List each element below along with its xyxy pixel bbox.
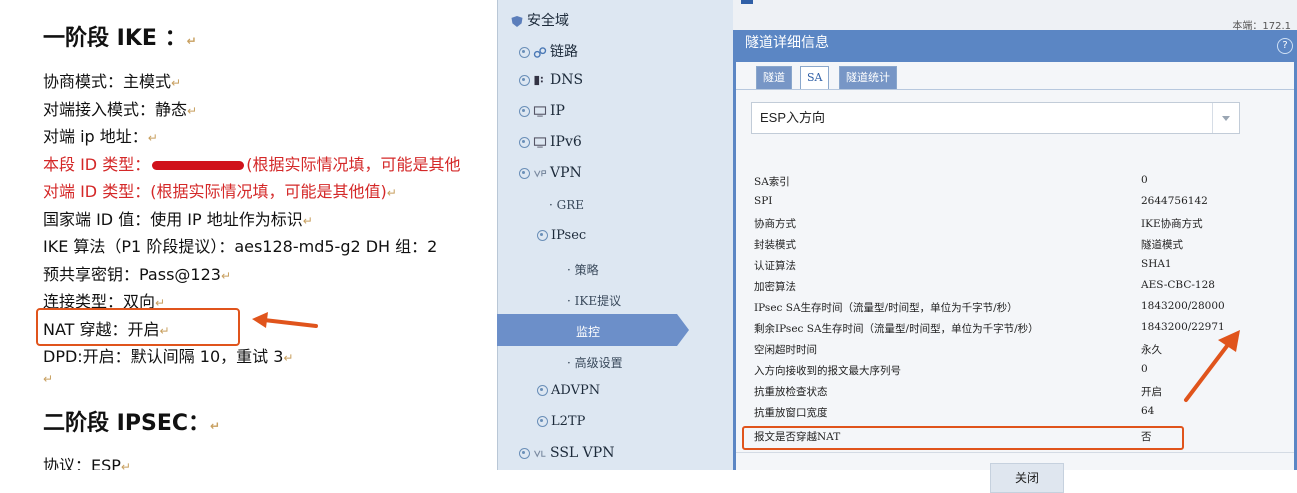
nav-tree [497, 0, 734, 470]
help-icon[interactable]: ? [1277, 38, 1293, 54]
sa-row-key: 抗重放检查状态 [754, 386, 828, 398]
background-table-header: 本端：172.1 [733, 0, 1297, 32]
sa-row: 封装模式 隧道模式 [754, 233, 1274, 254]
nav-item-monitor[interactable]: 监控 [576, 323, 600, 340]
sa-row-value: 开启 [1141, 386, 1162, 398]
nav-item-l2tp[interactable]: L2TP [537, 414, 585, 429]
tab-tunnel[interactable]: 隧道 [756, 66, 792, 90]
direction-select-value: ESP入方向 [760, 110, 826, 125]
nav-item-ipv6[interactable]: IPv6 [519, 134, 582, 150]
expand-icon [519, 74, 530, 86]
collapse-icon [537, 230, 548, 241]
sa-row-value: 永久 [1141, 344, 1162, 356]
doc-line-ike-algorithm: IKE 算法（P1 阶段提议）：aes128-md5-g2 DH 组：2 [43, 237, 438, 256]
sa-row-key: SA索引 [754, 176, 790, 188]
footer-divider [736, 452, 1294, 453]
sa-row: 协商方式 IKE协商方式 [754, 212, 1274, 233]
sa-row-value: 隧道模式 [1141, 239, 1183, 251]
nav-item-advpn[interactable]: ADVPN [537, 383, 600, 398]
dialog-body: 隧道 SA 隧道统计 ESP入方向 SA索引 0 SPI 2644756142 协商… [736, 62, 1294, 493]
expand-icon [519, 46, 530, 58]
sa-row: IPsec SA生存时间（流量型/时间型，单位为千字节/秒） 1843200/28… [754, 296, 1274, 317]
doc-line-peer-ip: 对端 ip 地址：↵ [43, 127, 158, 146]
doc-line-peer-access-mode: 对端接入模式：静态↵ [43, 100, 198, 119]
tab-tunnel-stats[interactable]: 隧道统计 [839, 66, 897, 90]
expand-icon [519, 136, 530, 148]
tab-strip-divider [736, 89, 1294, 90]
doc-heading-phase1: 一阶段 IKE ：↵ [43, 26, 197, 51]
collapse-icon [519, 167, 530, 179]
sa-row-value: AES-CBC-128 [1141, 279, 1215, 291]
sa-row-value: IKE协商方式 [1141, 218, 1203, 230]
dns-icon [534, 75, 543, 85]
doc-heading-phase2: 二阶段 IPSEC：↵ [43, 411, 221, 436]
link-icon [533, 46, 547, 58]
nav-item-vpn[interactable]: VPN [519, 165, 582, 181]
sa-row-key: 认证算法 [754, 260, 796, 272]
vpn-icon [534, 169, 547, 177]
nav-item-dns[interactable]: DNS [519, 72, 583, 88]
sa-row-value: 0 [1141, 363, 1148, 375]
sa-row-value: 1843200/28000 [1141, 300, 1225, 312]
direction-select[interactable]: ESP入方向 [751, 102, 1240, 134]
sa-row-key: 协商方式 [754, 218, 796, 230]
sa-row-value: 0 [1141, 174, 1148, 186]
sa-row: SA索引 0 [754, 170, 1274, 191]
expand-icon [537, 416, 548, 427]
expand-icon [537, 385, 548, 396]
shield-icon [511, 15, 523, 27]
arrow-up-right-icon [1184, 330, 1240, 402]
sa-row-key: 空闲超时时间 [754, 344, 817, 356]
close-button[interactable]: 关闭 [990, 463, 1064, 493]
doc-line-psk: 预共享密钥：Pass@123↵ [43, 265, 232, 284]
monitor-icon [533, 105, 547, 117]
doc-line-protocol: 协议：ESP↵ [43, 456, 131, 470]
sa-row-value: SHA1 [1141, 258, 1172, 270]
sa-row: 加密算法 AES-CBC-128 [754, 275, 1274, 296]
doc-line-negotiation-mode: 协商模式：主模式↵ [43, 72, 182, 91]
nav-item-ipsec[interactable]: IPsec [537, 228, 586, 243]
sa-row-value: 64 [1141, 405, 1155, 417]
monitor-icon [533, 136, 547, 148]
nav-item-gre[interactable]: · GRE [549, 198, 584, 212]
tab-sa[interactable]: SA [800, 66, 830, 90]
sa-row: SPI 2644756142 [754, 191, 1274, 212]
nat-row-highlight-box [742, 426, 1184, 450]
nav-item-ike-proposal[interactable]: · IKE提议 [567, 292, 621, 309]
sa-row-key: 加密算法 [754, 281, 796, 293]
sslvpn-icon [534, 450, 546, 457]
nat-highlight-box [36, 308, 240, 346]
sa-row-key: IPsec SA生存时间（流量型/时间型，单位为千字节/秒） [754, 302, 1018, 314]
dialog-title: 隧道详细信息 [745, 35, 829, 51]
expand-icon [519, 105, 530, 117]
sa-row-key: 剩余IPsec SA生存时间（流量型/时间型，单位为千字节/秒） [754, 323, 1039, 335]
document-pane: 一阶段 IKE ：↵ 协商模式：主模式↵ 对端接入模式：静态↵ 对端 ip 地址… [0, 0, 497, 470]
nav-active-pointer [677, 314, 689, 346]
nav-item-policy[interactable]: · 策略 [567, 261, 599, 278]
nav-item-security-zone[interactable]: 安全域 [510, 10, 569, 30]
doc-empty-paragraph: ↵ [43, 372, 54, 386]
sa-row-key: 入方向接收到的报文最大序列号 [754, 365, 901, 377]
nav-item-ip[interactable]: IP [519, 103, 565, 119]
nav-item-advanced-settings[interactable]: · 高级设置 [567, 354, 623, 371]
redaction-scribble [152, 161, 245, 170]
checkbox-icon [741, 0, 753, 4]
arrow-left-icon [252, 312, 318, 328]
expand-icon [519, 447, 530, 459]
nav-item-link[interactable]: 链路 [519, 41, 578, 61]
doc-line-dpd: DPD:开启：默认间隔 10，重试 3↵ [43, 347, 294, 366]
nav-item-ssl-vpn[interactable]: SSL VPN [519, 445, 614, 461]
sa-row-value: 2644756142 [1141, 195, 1208, 207]
sa-row-key: 抗重放窗口宽度 [754, 407, 828, 419]
doc-line-peer-id-value: 国家端 ID 值：使用 IP 地址作为标识↵ [43, 210, 313, 229]
sa-row-key: 封装模式 [754, 239, 796, 251]
chevron-down-icon[interactable] [1212, 103, 1239, 133]
sa-row: 认证算法 SHA1 [754, 254, 1274, 275]
sa-row-key: SPI [754, 195, 773, 207]
doc-line-local-id-type: 本段 ID 类型： (根据实际情况填，可能是其他 [43, 155, 461, 174]
doc-line-peer-id-type: 对端 ID 类型：(根据实际情况填，可能是其他值)↵ [43, 182, 397, 201]
